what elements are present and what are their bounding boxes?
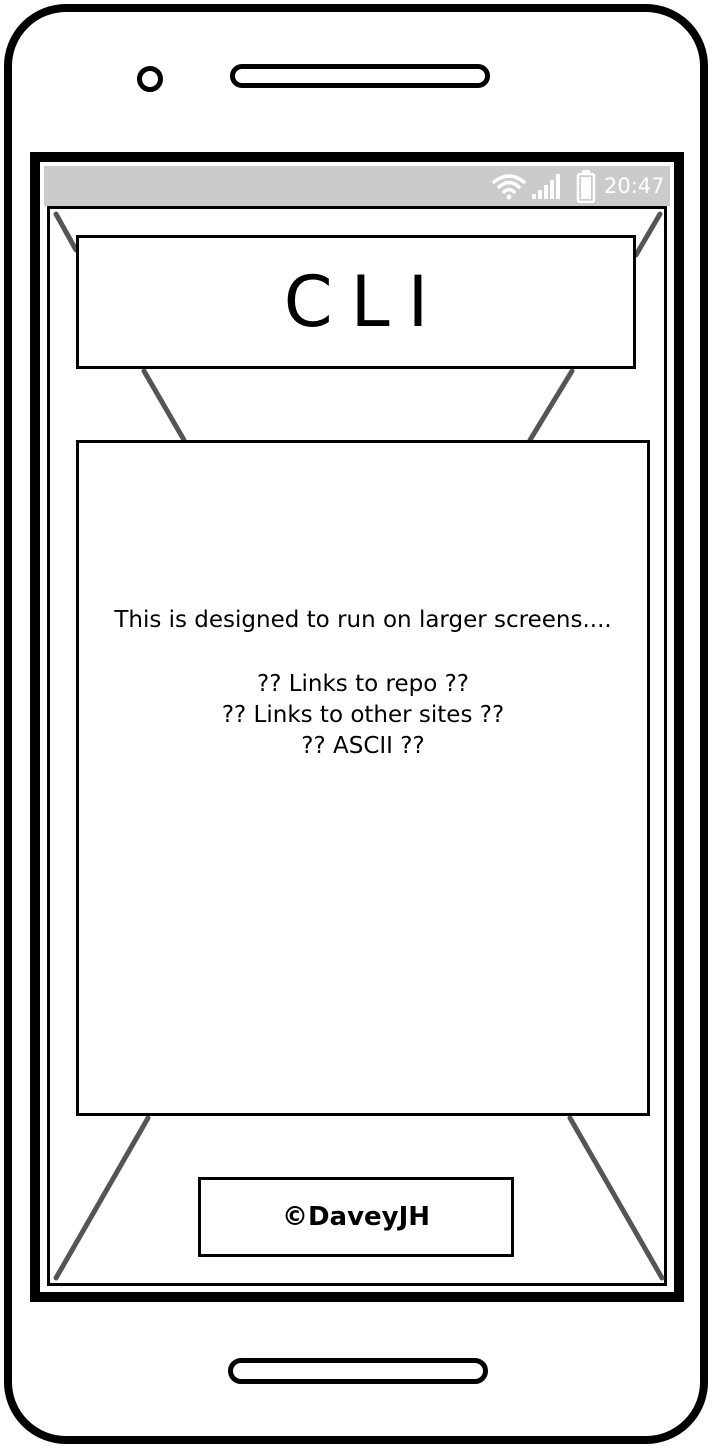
camera-icon [137,66,163,92]
ascii-placeholder: ?? ASCII ?? [301,733,425,759]
page-title: CLI [283,261,447,343]
speaker-grille [230,64,490,88]
header-box: CLI [76,235,636,369]
info-text: This is designed to run on larger screen… [114,607,612,633]
battery-icon [576,170,596,203]
main-content-box: This is designed to run on larger screen… [76,440,650,1116]
footer-box: ©DaveyJH [198,1177,514,1257]
repo-links-placeholder: ?? Links to repo ?? [256,671,470,697]
status-time: 20:47 [604,174,665,198]
copyright-text: ©DaveyJH [281,1202,431,1232]
home-button[interactable] [228,1358,488,1384]
signal-icon [532,174,560,199]
other-sites-placeholder: ?? Links to other sites ?? [221,702,505,728]
wifi-icon [492,174,526,200]
status-bar [44,166,670,206]
